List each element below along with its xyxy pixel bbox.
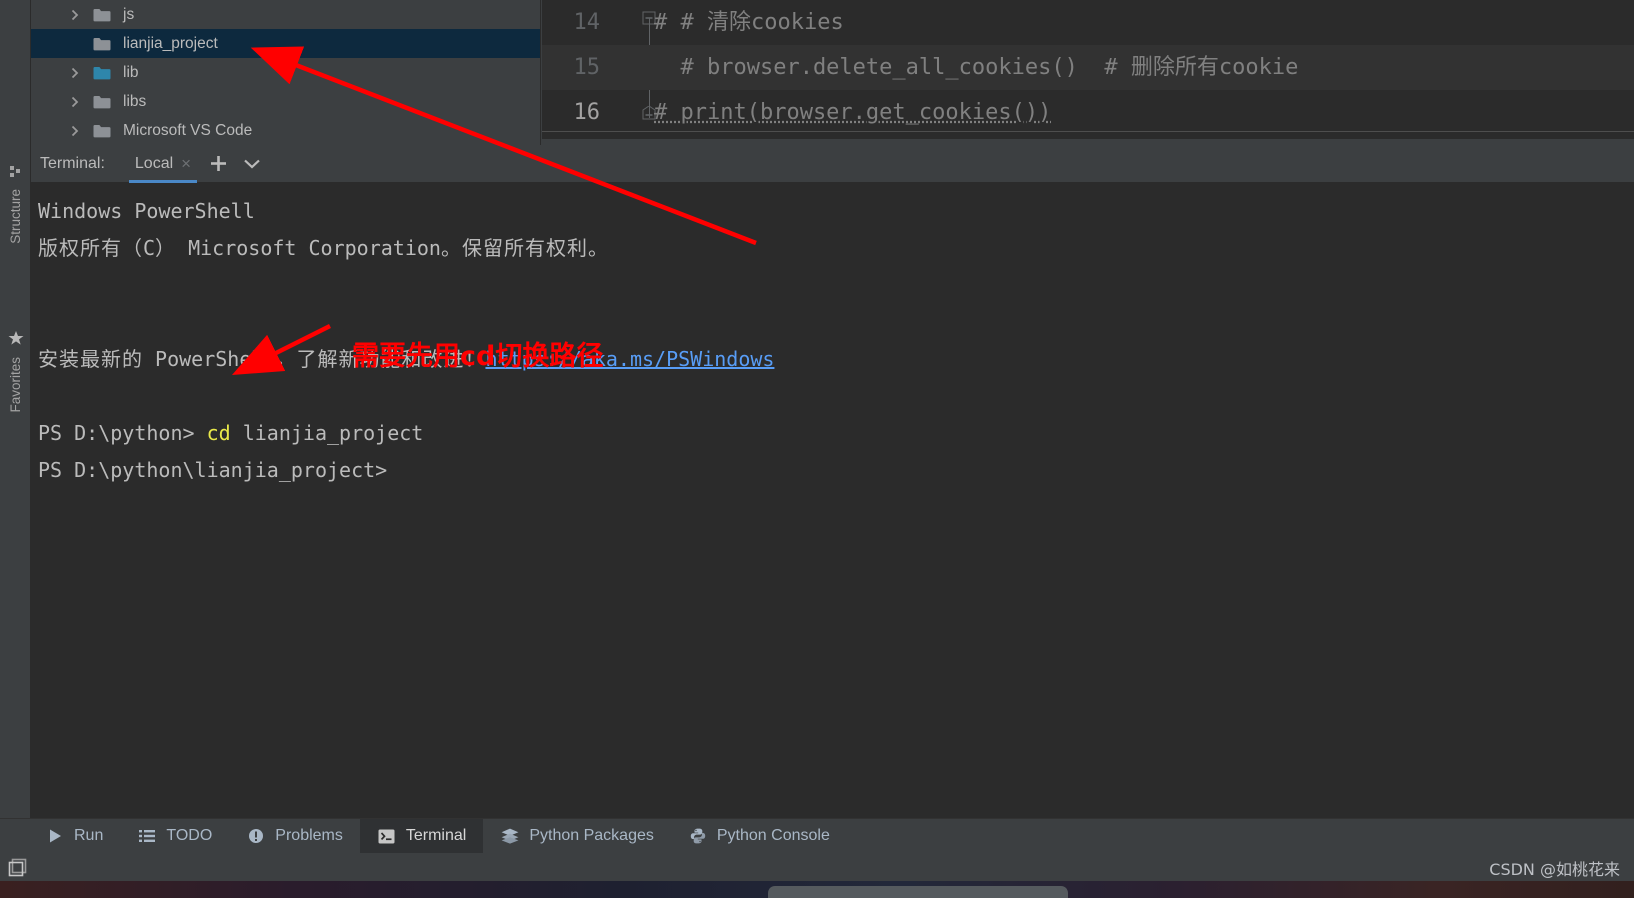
bottom-tab-python-console[interactable]: Python Console: [671, 819, 847, 854]
run-icon: [45, 828, 65, 844]
project-tree[interactable]: js lianjia_projectlib libs Microsoft VS Cod…: [31, 0, 541, 145]
line-number: 15: [573, 55, 601, 80]
editor-line-14[interactable]: 14 # # 清除cookies: [542, 0, 1634, 45]
command-keyword: cd: [206, 421, 231, 445]
tree-item-lib[interactable]: lib: [31, 58, 540, 87]
bottom-tab-terminal[interactable]: Terminal: [359, 818, 484, 854]
folder-icon: [93, 124, 111, 138]
bottom-tab-problems[interactable]: Problems: [229, 819, 360, 854]
tree-item-label: js: [123, 5, 135, 23]
folder-icon: [93, 66, 111, 80]
terminal-icon: [377, 829, 397, 844]
code-editor[interactable]: 14 # # 清除cookies 15 # browser.delete_all_c…: [542, 0, 1634, 139]
bottom-tab-label: Problems: [275, 827, 343, 844]
tree-item-libs[interactable]: libs: [31, 87, 540, 116]
tree-item-label: Microsoft VS Code: [123, 121, 253, 139]
pycharm-window: js lianjia_project lib libs Microsoft VS Cod…: [0, 0, 1634, 898]
rail-label-favorites: Favorites: [8, 357, 23, 413]
problems-icon: [246, 828, 266, 844]
terminal-line-upgrade-notice: 安装最新的 PowerShell，了解新功能和改进！https://aka.ms…: [38, 347, 775, 371]
bottom-tab-run[interactable]: Run: [28, 819, 120, 854]
layout-icon[interactable]: [0, 858, 27, 877]
desktop-window-nub: [768, 886, 1068, 898]
bottom-tab-todo[interactable]: TODO: [120, 819, 229, 854]
line-code: # print(browser.get_cookies()): [654, 100, 1052, 125]
rail-label-structure: Structure: [8, 189, 23, 244]
tree-item-lianjia-project[interactable]: lianjia_project: [31, 29, 540, 58]
chevron-right-icon[interactable]: [69, 9, 81, 21]
line-number: 16: [573, 100, 601, 125]
folder-icon: [93, 95, 111, 109]
python-icon: [688, 828, 708, 844]
line-code: # # 清除cookies: [654, 10, 844, 35]
bottom-tab-label: Python Packages: [529, 827, 654, 844]
line-number: 14: [573, 10, 601, 35]
command-args: lianjia_project: [230, 421, 424, 445]
editor-line-15[interactable]: 15 # browser.delete_all_cookies() # 删除所有…: [542, 45, 1634, 90]
powershell-link[interactable]: https://aka.ms/PSWindows: [485, 347, 774, 371]
top-region: js lianjia_projectlib libs Microsoft VS Cod…: [0, 0, 1634, 145]
editor-line-16[interactable]: 16 # print(browser.get_cookies()): [542, 90, 1634, 135]
csdn-watermark: CSDN @如桃花来: [1489, 860, 1620, 879]
tree-item-label: libs: [123, 92, 147, 110]
tree-item-label: lib: [123, 63, 139, 81]
bottom-tab-python-packages[interactable]: Python Packages: [483, 819, 671, 854]
terminal-session-tab-local[interactable]: Local ×: [125, 145, 201, 183]
tree-item-microsoft-vs-code[interactable]: Microsoft VS Code: [31, 116, 540, 145]
prompt-text: PS D:\python>: [38, 421, 207, 445]
star-icon: [8, 330, 24, 351]
terminal-title-label: Terminal:: [40, 154, 105, 172]
terminal-prompt-line: PS D:\python> cd lianjia_project: [38, 415, 1634, 452]
new-terminal-button[interactable]: [201, 145, 235, 183]
chevron-down-icon[interactable]: [235, 145, 269, 183]
todo-icon: [137, 829, 157, 843]
rail-item-favorites[interactable]: Favorites: [0, 330, 31, 413]
chevron-right-icon[interactable]: [69, 125, 81, 137]
left-tool-rail: Structure Favorites: [0, 145, 31, 818]
left-rail-top-stub: [0, 0, 31, 145]
terminal-tool-window: Terminal: Local × Windows PowerShell 版权所有…: [31, 145, 1634, 818]
terminal-line: 版权所有（C） Microsoft Corporation。保留所有权利。: [38, 236, 609, 260]
folder-icon: [93, 37, 111, 51]
chevron-right-icon[interactable]: [69, 67, 81, 79]
close-icon[interactable]: ×: [181, 155, 191, 172]
terminal-tab-label: Local: [134, 154, 174, 172]
folder-icon: [93, 8, 111, 22]
chevron-right-icon[interactable]: [69, 96, 81, 108]
terminal-line: PS D:\python\lianjia_project>: [38, 458, 388, 482]
tree-item-label: lianjia_project: [123, 34, 218, 52]
terminal-line: Windows PowerShell: [38, 199, 255, 223]
structure-icon: [9, 165, 22, 183]
bottom-tab-label: Terminal: [405, 827, 467, 844]
terminal-header: Terminal: Local ×: [31, 145, 1634, 183]
tree-item-js[interactable]: js: [31, 0, 540, 29]
bottom-tab-label: TODO: [166, 827, 213, 844]
terminal-output[interactable]: Windows PowerShell 版权所有（C） Microsoft Corp…: [31, 183, 1634, 818]
status-bar: [0, 853, 1634, 881]
packages-icon: [500, 828, 520, 844]
rail-item-structure[interactable]: Structure: [0, 165, 31, 244]
line-code: # browser.delete_all_cookies() # 删除所有coo…: [654, 55, 1299, 80]
bottom-tab-label: Run: [74, 827, 104, 844]
bottom-tab-label: Python Console: [716, 827, 830, 844]
editor-bottom-pad: [542, 131, 1634, 139]
bottom-tool-tabs: Run TODO Problems Terminal Python Packages Py…: [0, 818, 1634, 854]
